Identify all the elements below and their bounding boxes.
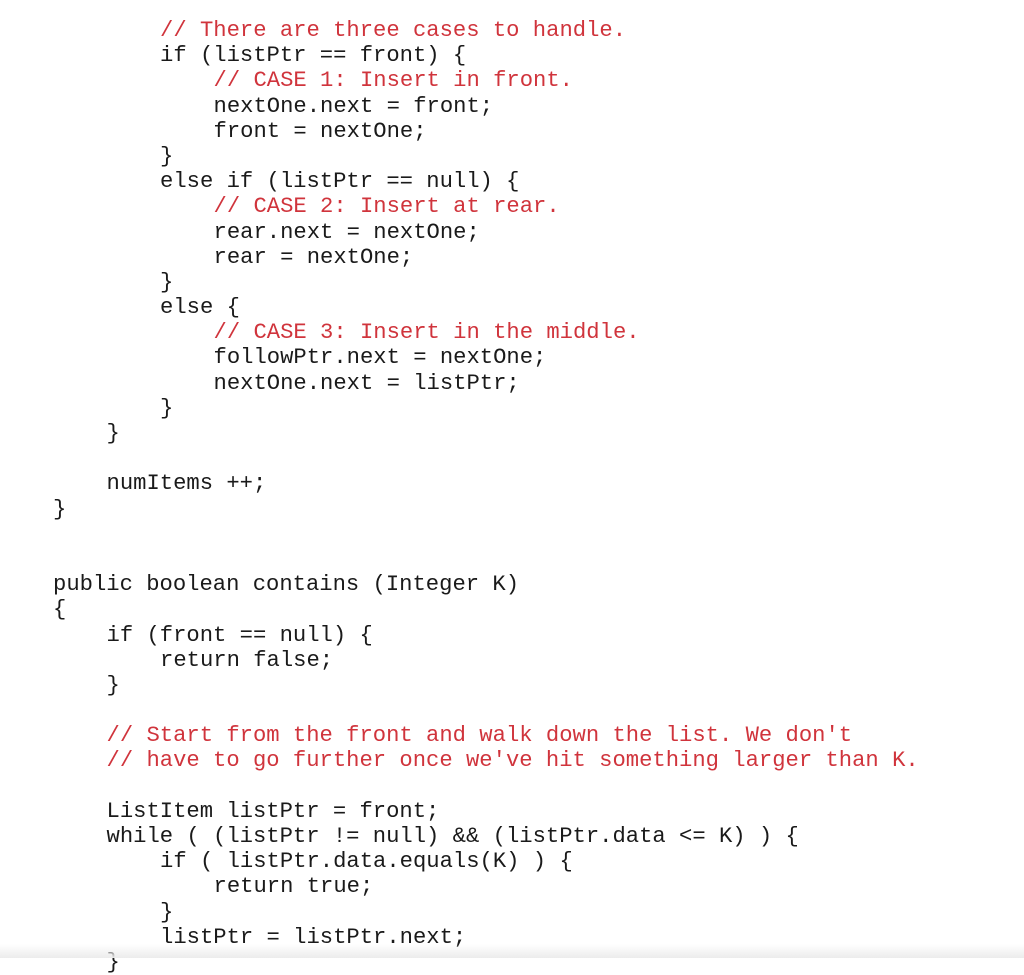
code-comment-line: // CASE 1: Insert in front. [0,68,1024,93]
code-text: return true; [213,874,374,900]
code-text: ListItem listPtr = front; [106,798,440,824]
code-line: if ( listPtr.data.equals(K) ) { [0,849,1024,874]
code-text: while ( (listPtr != null) && (listPtr.da… [106,824,799,849]
code-line: else { [0,295,1024,320]
code-text: } [160,269,174,295]
code-text: followPtr.next = nextOne; [213,345,547,371]
code-line: } [0,270,1024,295]
code-comment-line: // There are three cases to handle. [0,18,1024,43]
comment-text: // have to go further once we've hit som… [106,748,919,774]
code-comment-line: // CASE 2: Insert at rear. [0,194,1024,219]
code-line: numItems ++; [0,471,1024,496]
code-text: if (listPtr == front) { [160,43,467,69]
code-line: } [0,900,1024,925]
code-text: rear = nextOne; [213,244,414,270]
code-comment-line: // have to go further once we've hit som… [0,748,1024,773]
code-text: } [160,143,174,169]
code-listing: // There are three cases to handle. if (l… [0,18,1024,975]
code-text: if (front == null) { [106,622,373,648]
code-text: numItems ++; [106,471,267,497]
code-line: { [0,597,1024,622]
code-line: } [0,497,1024,522]
code-line: nextOne.next = listPtr; [0,371,1024,396]
code-line: front = nextOne; [0,119,1024,144]
code-text: } [106,949,120,975]
comment-text: // Start from the front and walk down th… [106,723,853,749]
code-text: front = nextOne; [213,118,427,144]
code-line: else if (listPtr == null) { [0,169,1024,194]
code-line: } [0,950,1024,975]
code-line: return true; [0,874,1024,899]
code-text: } [106,672,120,698]
code-text: if ( listPtr.data.equals(K) ) { [160,849,573,875]
code-text: } [53,496,67,522]
code-text: } [160,899,174,925]
code-line: public boolean contains (Integer K) [0,572,1024,597]
comment-text: // CASE 1: Insert in front. [213,68,574,94]
code-line: } [0,421,1024,446]
code-line: listPtr = listPtr.next; [0,925,1024,950]
code-text: return false; [160,647,334,673]
code-line: rear.next = nextOne; [0,220,1024,245]
code-text: } [106,421,120,446]
code-line: } [0,396,1024,421]
code-text: else { [160,295,240,321]
comment-text: // CASE 3: Insert in the middle. [213,320,640,346]
code-line: if (front == null) { [0,623,1024,648]
code-text: rear.next = nextOne; [213,219,480,245]
code-text: } [160,395,174,421]
code-text: nextOne.next = listPtr; [213,370,520,396]
comment-text: // CASE 2: Insert at rear. [213,194,560,220]
code-line: ListItem listPtr = front; [0,799,1024,824]
code-line: if (listPtr == front) { [0,43,1024,68]
code-line: nextOne.next = front; [0,94,1024,119]
code-text: { [53,597,67,623]
code-text: public boolean contains (Integer K) [53,572,520,598]
code-comment-line: // CASE 3: Insert in the middle. [0,320,1024,345]
code-comment-line: // Start from the front and walk down th… [0,723,1024,748]
code-line: } [0,144,1024,169]
code-line: followPtr.next = nextOne; [0,345,1024,370]
code-line: while ( (listPtr != null) && (listPtr.da… [0,824,1024,849]
code-line: return false; [0,648,1024,673]
code-text: nextOne.next = front; [213,93,494,119]
code-text: else if (listPtr == null) { [160,169,520,195]
comment-text: // There are three cases to handle. [160,18,627,43]
code-line: } [0,673,1024,698]
code-text: listPtr = listPtr.next; [160,924,467,950]
code-line: rear = nextOne; [0,245,1024,270]
